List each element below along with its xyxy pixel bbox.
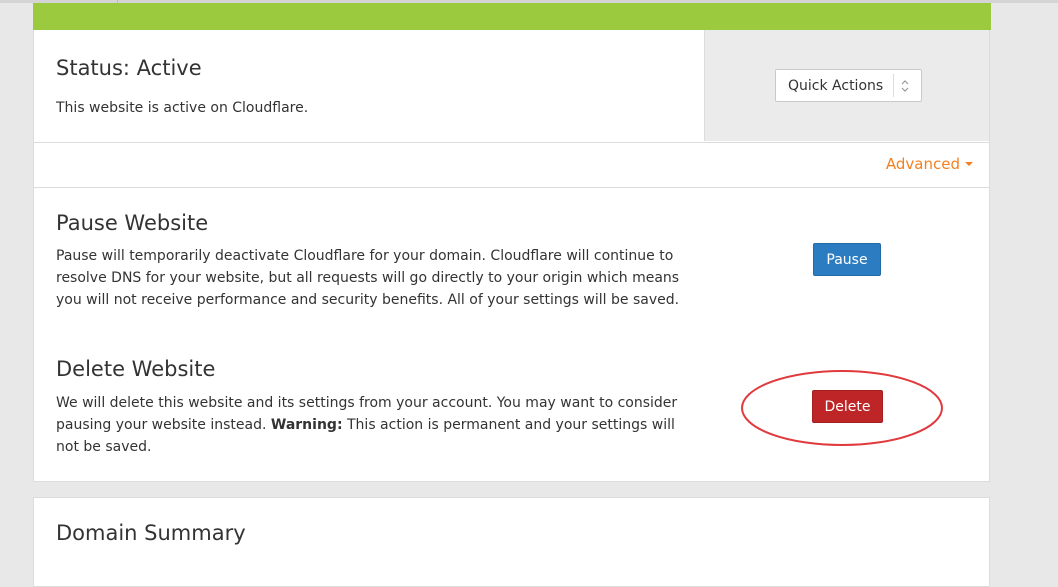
advanced-row: Advanced xyxy=(34,142,989,188)
delete-website-title: Delete Website xyxy=(56,357,216,381)
advanced-toggle[interactable]: Advanced xyxy=(886,155,973,173)
advanced-label: Advanced xyxy=(885,155,960,173)
status-title: Status: Active xyxy=(56,56,202,80)
domain-summary-card: Domain Summary xyxy=(33,497,990,587)
status-description: This website is active on Cloudflare. xyxy=(56,100,309,116)
status-accent-bar xyxy=(33,3,991,30)
pause-website-title: Pause Website xyxy=(56,211,209,235)
quick-actions-divider xyxy=(893,74,894,97)
pause-button[interactable]: Pause xyxy=(813,243,881,276)
delete-website-description: We will delete this website and its sett… xyxy=(56,392,696,458)
status-row: Status: Active This website is active on… xyxy=(34,30,989,143)
warning-label: Warning: xyxy=(270,417,343,433)
domain-summary-title: Domain Summary xyxy=(56,521,246,545)
status-info: Status: Active This website is active on… xyxy=(34,30,704,141)
quick-actions-label: Quick Actions xyxy=(788,78,884,94)
caret-down-icon xyxy=(965,162,973,166)
quick-actions-select[interactable]: Quick Actions xyxy=(775,69,922,102)
updown-arrows-icon xyxy=(901,80,909,92)
status-actions-panel: Quick Actions xyxy=(704,30,989,141)
annotation-ellipse xyxy=(741,370,943,446)
pause-website-description: Pause will temporarily deactivate Cloudf… xyxy=(56,248,680,308)
